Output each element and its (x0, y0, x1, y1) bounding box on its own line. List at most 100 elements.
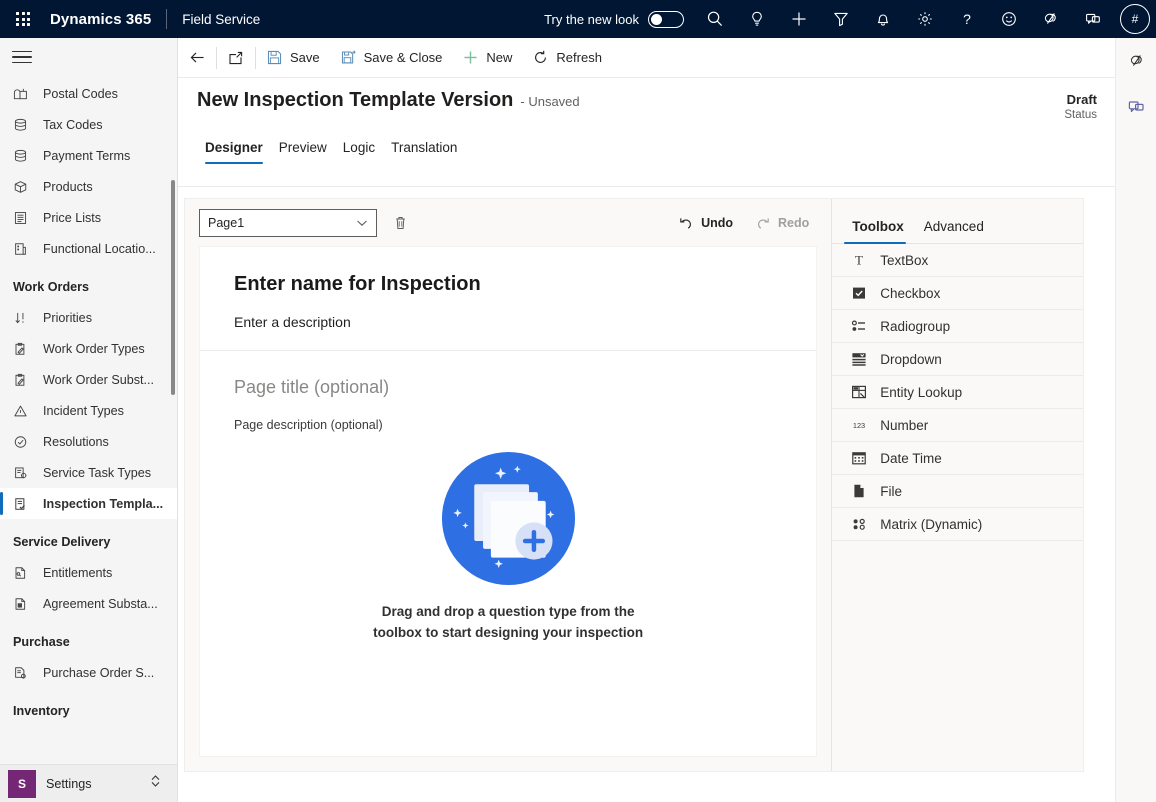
feedback-button[interactable] (988, 0, 1030, 38)
copilot-button[interactable] (1030, 0, 1072, 38)
toolbox-item-file[interactable]: File (832, 475, 1083, 508)
quick-create-button[interactable] (778, 0, 820, 38)
sidebar-group-work-orders: Work Orders (13, 280, 90, 294)
help-button[interactable]: ? (946, 0, 988, 38)
sidebar-item-priorities[interactable]: Priorities (0, 302, 177, 333)
save-button[interactable]: Save (256, 38, 330, 77)
hamburger-icon (12, 47, 32, 68)
new-look-toggle[interactable] (648, 10, 684, 28)
redo-button[interactable]: Redo (747, 211, 817, 235)
sidebar-item-service-task-types[interactable]: Service Task Types (0, 457, 177, 488)
file-icon (848, 483, 870, 499)
mailbox-icon (13, 86, 35, 102)
sidebar-item-functional-locations[interactable]: Functional Locatio... (0, 233, 177, 264)
undo-button[interactable]: Undo (670, 211, 741, 235)
redo-icon (758, 217, 769, 229)
search-button[interactable] (694, 0, 736, 38)
sidebar-item-postal-codes[interactable]: Postal Codes (0, 78, 177, 109)
new-button[interactable]: New (452, 38, 522, 77)
sidebar-item-tax-codes[interactable]: Tax Codes (0, 109, 177, 140)
sidebar-group-purchase-items: Purchase Order S... (0, 657, 177, 688)
sidebar-item-label: Service Task Types (43, 465, 152, 480)
user-avatar-button[interactable]: # (1114, 0, 1156, 38)
toolbox-item-label: Radiogroup (880, 318, 951, 334)
notifications-button[interactable] (862, 0, 904, 38)
toolbox-item-radiogroup[interactable]: Radiogroup (832, 310, 1083, 343)
open-in-new-window-icon (229, 51, 243, 64)
sidebar-item-purchase-order-substatuses[interactable]: Purchase Order S... (0, 657, 177, 688)
area-switcher-settings[interactable]: S Settings (0, 764, 177, 802)
page-meta: Page title (optional) Page description (… (200, 351, 816, 432)
sidebar-item-resolutions[interactable]: Resolutions (0, 426, 177, 457)
toolbox-item-entity-lookup[interactable]: Entity Lookup (832, 376, 1083, 409)
toolbox-item-dropdown[interactable]: Dropdown (832, 343, 1083, 376)
toolbox-item-label: Checkbox (880, 285, 941, 301)
sidebar-group-service-delivery: Service Delivery (13, 535, 111, 549)
sidebar-item-work-order-types[interactable]: Work Order Types (0, 333, 177, 364)
inspection-description-input[interactable]: Enter a description (234, 314, 782, 330)
toolbox-item-date-time[interactable]: Date Time (832, 442, 1083, 475)
chat-rail-button[interactable] (1116, 84, 1156, 130)
tab-toolbox[interactable]: Toolbox (844, 213, 912, 244)
brand-title[interactable]: Dynamics 365 (50, 11, 151, 28)
sidebar-item-label: Priorities (43, 310, 92, 325)
inspection-name-input[interactable]: Enter name for Inspection (234, 273, 782, 296)
insights-button[interactable] (736, 0, 778, 38)
tab-designer[interactable]: Designer (197, 134, 271, 164)
try-new-look[interactable]: Try the new look (544, 10, 684, 28)
sidebar-item-products[interactable]: Products (0, 171, 177, 202)
sidebar-item-agreement-substatuses[interactable]: Agreement Substa... (0, 588, 177, 619)
toolbox-item-textbox[interactable]: T TextBox (832, 244, 1083, 277)
open-in-new-window-button[interactable] (217, 38, 255, 77)
toolbox-panel: Toolbox Advanced T TextBox Checkbox Radi… (832, 199, 1083, 771)
page-selector[interactable]: Page1 (199, 208, 377, 237)
settings-button[interactable] (904, 0, 946, 38)
refresh-icon (535, 50, 547, 63)
delete-page-button[interactable] (386, 209, 414, 237)
tab-translation[interactable]: Translation (383, 134, 465, 164)
stack-icon (13, 117, 35, 133)
sidebar-item-label: Postal Codes (43, 86, 118, 101)
filter-button[interactable] (820, 0, 862, 38)
entitlement-icon (13, 565, 35, 581)
refresh-button[interactable]: Refresh (522, 38, 612, 77)
tab-advanced[interactable]: Advanced (916, 213, 992, 243)
sidebar-item-price-lists[interactable]: Price Lists (0, 202, 177, 233)
app-name[interactable]: Field Service (182, 12, 260, 27)
status-field[interactable]: Draft Status (1064, 92, 1097, 121)
tab-logic[interactable]: Logic (335, 134, 383, 164)
sidebar-item-label: Incident Types (43, 403, 124, 418)
add-pages-illustration (441, 451, 575, 586)
tab-preview[interactable]: Preview (271, 134, 335, 164)
save-and-close-button[interactable]: Save & Close (330, 38, 453, 77)
teams-chat-button[interactable] (1072, 0, 1114, 38)
page-description-input[interactable]: Page description (optional) (234, 418, 782, 432)
sidebar-item-label: Purchase Order S... (43, 665, 155, 680)
app-launcher-button[interactable] (0, 0, 46, 38)
filter-icon (834, 12, 848, 27)
toolbox-item-checkbox[interactable]: Checkbox (832, 277, 1083, 310)
save-icon (267, 50, 282, 65)
toolbox-item-matrix-dynamic[interactable]: Matrix (Dynamic) (832, 508, 1083, 541)
back-button[interactable] (178, 38, 216, 77)
sidebar-item-payment-terms[interactable]: Payment Terms (0, 140, 177, 171)
sidebar-item-work-order-substatuses[interactable]: Work Order Subst... (0, 364, 177, 395)
sidebar-item-incident-types[interactable]: Incident Types (0, 395, 177, 426)
sidebar-item-entitlements[interactable]: Entitlements (0, 557, 177, 588)
sidebar-item-label: Work Order Subst... (43, 372, 155, 387)
site-map-toggle-button[interactable] (0, 38, 177, 76)
sidebar-item-label: Resolutions (43, 434, 109, 449)
toolbox-item-number[interactable]: 123 Number (832, 409, 1083, 442)
page-title-input[interactable]: Page title (optional) (234, 377, 782, 398)
copilot-rail-button[interactable] (1116, 38, 1156, 84)
settings-badge: S (8, 769, 36, 798)
form-tabs: Designer Preview Logic Translation (178, 134, 1115, 164)
area-switcher-chevron-icon (149, 773, 162, 794)
status-field-label: Status (1064, 109, 1097, 121)
search-icon (707, 11, 723, 27)
sidebar-item-inspection-templates[interactable]: Inspection Templa... (0, 488, 177, 519)
entity-lookup-icon (848, 384, 870, 400)
sidebar-scrollbar-thumb[interactable] (171, 180, 175, 395)
svg-text:?: ? (963, 11, 971, 27)
undo-redo-group: Undo Redo (670, 211, 817, 235)
